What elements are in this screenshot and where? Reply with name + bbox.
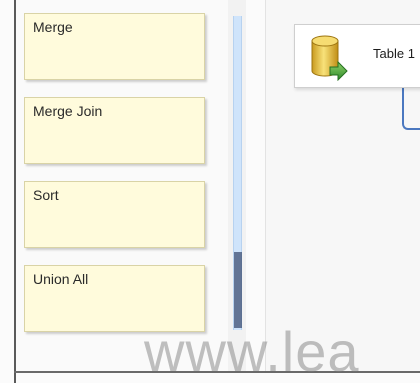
toolbox-item-label: Merge	[33, 19, 73, 35]
ssis-designer-window: Merge Merge Join Sort Union All Table 1 …	[0, 0, 420, 383]
component-label: Table 1	[373, 46, 415, 61]
toolbox-item-sort[interactable]: Sort	[24, 181, 205, 248]
toolbox-item-label: Sort	[33, 187, 59, 203]
toolbox-item-label: Merge Join	[33, 103, 103, 119]
data-flow-connector[interactable]	[402, 88, 420, 130]
database-source-icon	[311, 35, 348, 81]
scrollbar-grip-icon[interactable]	[234, 252, 242, 328]
window-left-border	[14, 0, 16, 383]
toolbox-item-merge[interactable]: Merge	[24, 13, 205, 80]
watermark-text: www.lea	[144, 320, 360, 383]
toolbox-item-label: Union All	[33, 271, 89, 287]
toolbox-item-merge-join[interactable]: Merge Join	[24, 97, 205, 164]
source-component[interactable]: Table 1	[294, 24, 420, 88]
